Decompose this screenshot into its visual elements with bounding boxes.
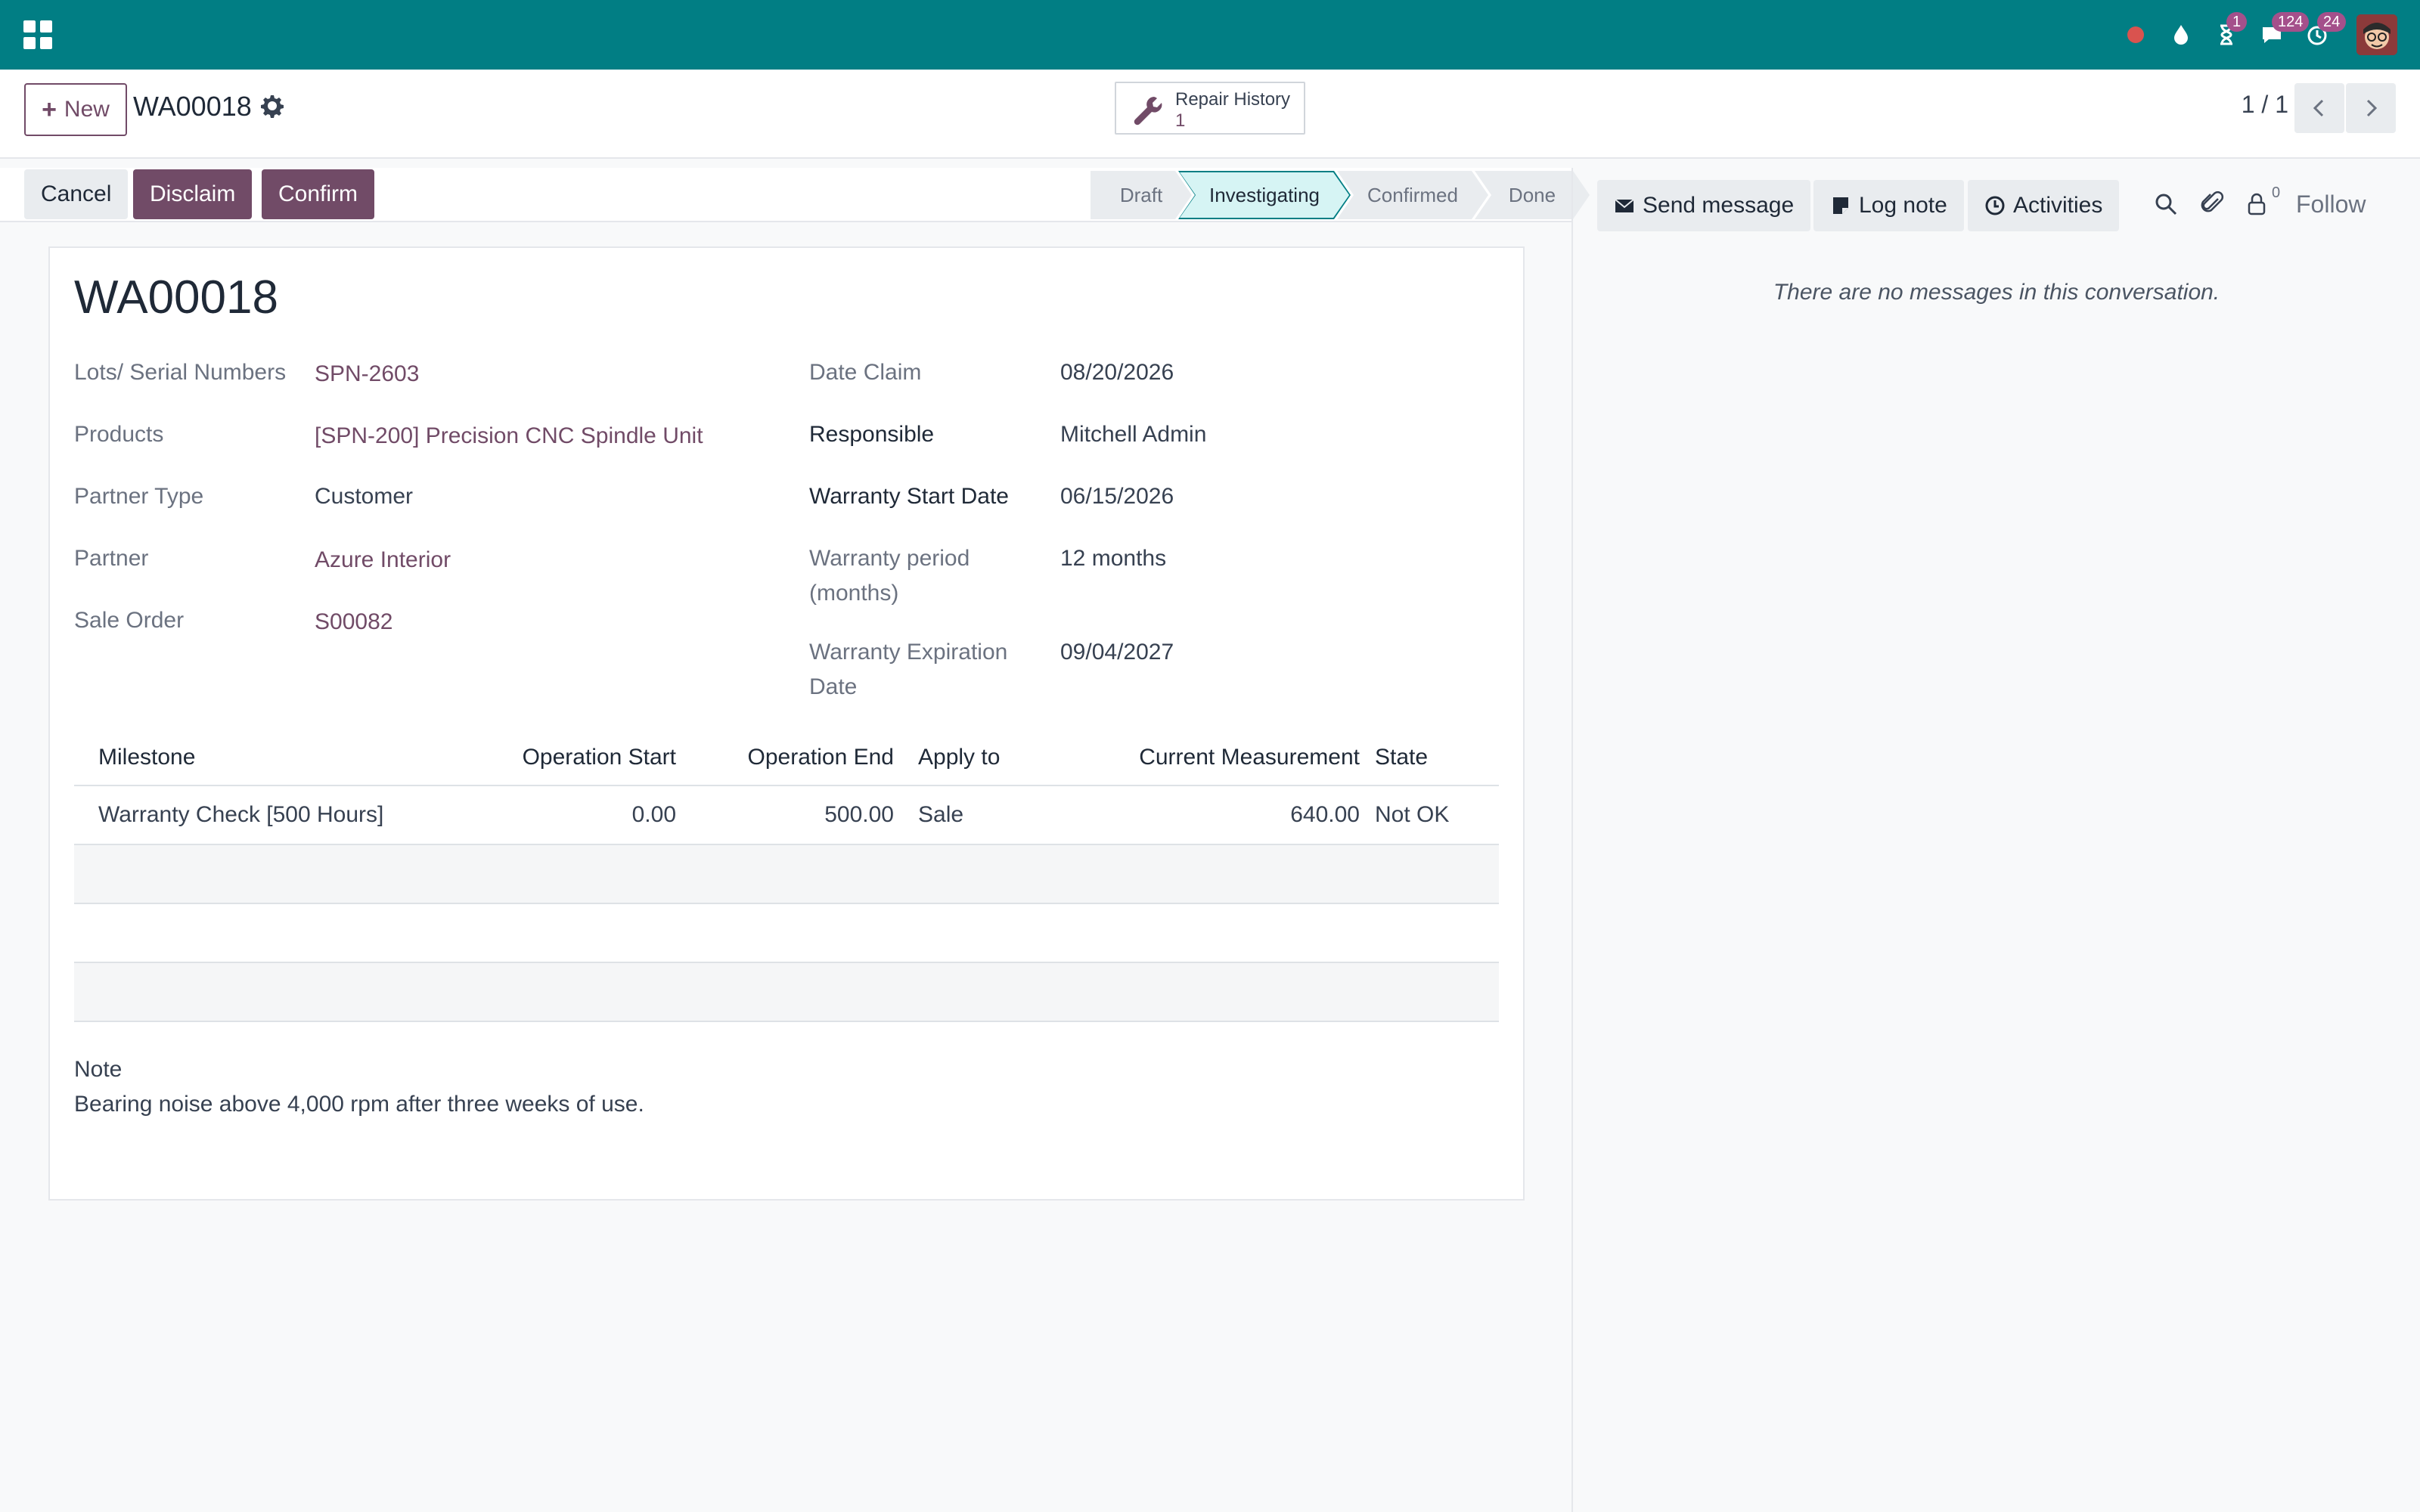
milestone-table-header: Milestone Operation Start Operation End … — [74, 729, 1499, 786]
breadcrumb-record-title: WA00018 — [133, 91, 252, 122]
timer-badge: 24 — [2317, 12, 2347, 32]
cell-current-measurement: 640.00 — [1290, 802, 1360, 827]
lot-serial-field[interactable]: SPN-2603 — [315, 357, 419, 392]
note-icon — [1833, 197, 1848, 214]
cell-apply-to: Sale — [918, 802, 964, 827]
log-note-button[interactable]: Log note — [1813, 180, 1964, 231]
navbar-systray: 1 124 24 — [2105, 0, 2397, 70]
control-panel: + New WA00018 Repair History 1 1 / 1 — [0, 70, 2420, 159]
lock-icon[interactable] — [2242, 189, 2272, 219]
new-button-label: New — [64, 97, 110, 122]
chatter-divider — [1571, 168, 1573, 1512]
follow-button[interactable]: Follow — [2296, 191, 2366, 218]
cell-milestone: Warranty Check [500 Hours] — [98, 802, 384, 827]
stage-confirmed[interactable]: Confirmed — [1337, 171, 1488, 219]
smart-button-label: Repair History — [1175, 89, 1291, 110]
clock-icon — [1985, 196, 2005, 215]
partner-label: Partner — [74, 546, 149, 571]
confirm-button[interactable]: Confirm — [262, 169, 375, 219]
activity-badge: 1 — [2226, 12, 2248, 32]
activities-label: Activities — [2013, 193, 2103, 218]
warranty-period-field[interactable]: 12 months — [1060, 541, 1166, 576]
recording-dot-icon[interactable] — [2121, 20, 2151, 50]
cell-operation-start: 0.00 — [631, 802, 676, 827]
warranty-expiration-label-line2: Date — [809, 674, 858, 699]
cancel-button[interactable]: Cancel — [24, 169, 129, 219]
top-navbar: 1 124 24 — [0, 0, 2420, 70]
warranty-start-label: Warranty Start Date — [809, 484, 1009, 509]
timer-icon[interactable]: 24 — [2302, 12, 2347, 50]
send-message-label: Send message — [1643, 193, 1795, 218]
chevron-left-icon — [2313, 99, 2324, 117]
pager-next-button[interactable] — [2346, 83, 2396, 133]
record-name[interactable]: WA00018 — [74, 271, 278, 324]
col-operation-end[interactable]: Operation End — [702, 729, 894, 786]
wrench-icon — [1134, 97, 1162, 125]
sale-order-field[interactable]: S00082 — [315, 605, 392, 640]
empty-conversation-message: There are no messages in this conversati… — [1773, 280, 2220, 305]
products-field[interactable]: [SPN-200] Precision CNC Spindle Unit — [315, 419, 703, 454]
paperclip-icon[interactable] — [2198, 189, 2228, 219]
pager-value[interactable]: 1 / 1 — [2242, 91, 2288, 119]
col-operation-start[interactable]: Operation Start — [498, 729, 676, 786]
log-note-label: Log note — [1859, 193, 1947, 218]
stage-draft[interactable]: Draft — [1091, 171, 1192, 219]
empty-table-row — [74, 963, 1499, 1022]
date-claim-label: Date Claim — [809, 360, 922, 385]
send-message-button[interactable]: Send message — [1597, 180, 1811, 231]
drop-icon[interactable] — [2166, 20, 2196, 50]
cell-state: Not OK — [1375, 802, 1450, 827]
responsible-field[interactable]: Mitchell Admin — [1060, 417, 1206, 452]
warranty-expiration-label-line1: Warranty Expiration — [809, 640, 1008, 665]
pager-previous-button[interactable] — [2294, 83, 2344, 133]
partner-type-label: Partner Type — [74, 484, 204, 509]
follower-count: 0 — [2272, 184, 2281, 201]
apps-grid-icon[interactable] — [23, 20, 53, 50]
table-row[interactable]: Warranty Check [500 Hours] 0.00 500.00 S… — [74, 786, 1499, 845]
form-sheet: WA00018 Lots/ Serial Numbers SPN-2603 Pr… — [48, 246, 1525, 1201]
chevron-right-icon — [2366, 99, 2378, 117]
hourglass-icon[interactable]: 1 — [2211, 12, 2248, 50]
col-current-measurement[interactable]: Current Measurement — [1118, 729, 1360, 786]
lot-serial-label: Lots/ Serial Numbers — [74, 360, 287, 385]
chat-icon[interactable]: 124 — [2257, 12, 2310, 50]
partner-type-field[interactable]: Customer — [315, 479, 413, 514]
warranty-start-field[interactable]: 06/15/2026 — [1060, 479, 1174, 514]
sale-order-label: Sale Order — [74, 608, 185, 633]
stage-investigating[interactable]: Investigating — [1178, 171, 1351, 219]
warranty-period-label-line1: Warranty period — [809, 546, 970, 571]
disclaim-button[interactable]: Disclaim — [133, 169, 253, 219]
new-button[interactable]: + New — [24, 83, 127, 136]
smart-button-value: 1 — [1175, 110, 1186, 131]
products-label: Products — [74, 422, 164, 447]
repair-history-smart-button[interactable]: Repair History 1 — [1115, 82, 1305, 135]
stage-pipeline: Draft Investigating Confirmed Done — [1091, 171, 1590, 219]
col-state[interactable]: State — [1375, 729, 1428, 786]
gear-icon[interactable] — [260, 94, 284, 118]
user-avatar[interactable] — [2356, 14, 2397, 55]
warranty-period-label-line2: (months) — [809, 581, 899, 606]
cell-operation-end: 500.00 — [824, 802, 894, 827]
search-icon[interactable] — [2151, 189, 2181, 219]
envelope-icon — [1615, 199, 1634, 212]
note-label: Note — [74, 1057, 123, 1082]
empty-table-row — [74, 904, 1499, 963]
empty-table-row — [74, 845, 1499, 904]
col-milestone[interactable]: Milestone — [98, 729, 195, 786]
responsible-label: Responsible — [809, 422, 935, 447]
activities-button[interactable]: Activities — [1968, 180, 2120, 231]
partner-field[interactable]: Azure Interior — [315, 543, 451, 578]
note-field[interactable]: Bearing noise above 4,000 rpm after thre… — [74, 1092, 644, 1117]
plus-icon: + — [42, 94, 57, 124]
col-apply-to[interactable]: Apply to — [918, 729, 1000, 786]
form-statusbar: Cancel Disclaim Confirm Draft Investigat… — [0, 168, 1571, 222]
date-claim-field[interactable]: 08/20/2026 — [1060, 355, 1174, 390]
warranty-expiration-field[interactable]: 09/04/2027 — [1060, 635, 1174, 670]
